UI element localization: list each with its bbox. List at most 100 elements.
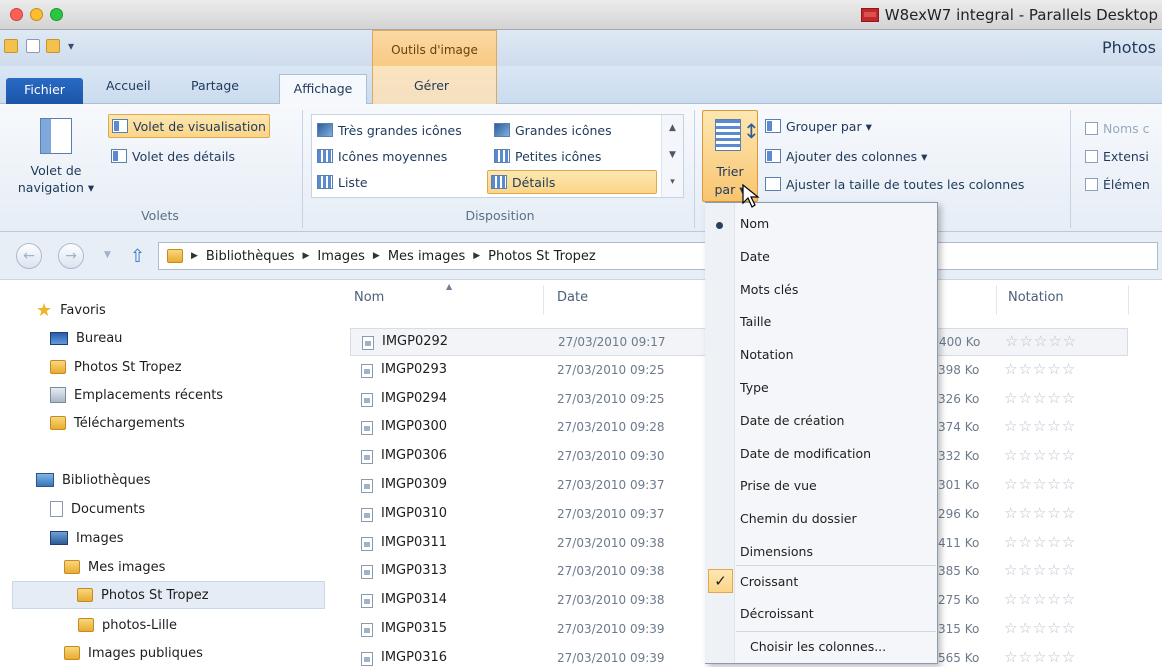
nav-favorites-label: Favoris [60,302,106,318]
rating-stars[interactable]: ☆☆☆☆☆ [1004,619,1076,637]
up-arrow-icon[interactable]: ⇧ [130,246,145,267]
zoom-window-button[interactable] [50,8,63,21]
menu-item-sort-field[interactable]: Taille [740,314,771,329]
new-folder-icon[interactable] [46,39,60,53]
breadcrumb-separator[interactable]: ▶ [302,251,309,261]
breadcrumb-item[interactable]: Images [317,249,365,264]
tab-partage[interactable]: Partage [191,78,239,93]
customize-qat-icon[interactable]: ▾ [68,39,74,53]
tab-accueil[interactable]: Accueil [106,78,151,93]
layout-gallery-scroll[interactable]: ▲ ▼ ▾ [661,115,683,197]
nav-item-public-pictures[interactable]: Images publiques [64,639,203,667]
image-file-icon [361,450,373,465]
rating-stars[interactable]: ☆☆☆☆☆ [1004,475,1076,493]
breadcrumb-item[interactable]: Bibliothèques [206,249,295,264]
rating-stars[interactable]: ☆☆☆☆☆ [1004,590,1076,608]
column-separator[interactable] [543,285,544,315]
layout-large-icons[interactable]: Grandes icônes [491,118,615,142]
nav-item-bureau[interactable]: Bureau [50,324,122,352]
tab-fichier[interactable]: Fichier [6,78,83,104]
column-header-date[interactable]: Date [557,290,588,305]
rating-stars[interactable]: ☆☆☆☆☆ [1004,389,1076,407]
layout-medium-icons[interactable]: Icônes moyennes [314,144,450,168]
rating-stars[interactable]: ☆☆☆☆☆ [1004,446,1076,464]
nav-item-label: Photos St Tropez [101,587,209,603]
details-pane-button[interactable]: Volet des détails [108,144,238,168]
checkbox-hidden-items[interactable]: Élémen [1082,172,1153,196]
checkbox-item-names[interactable]: Noms c [1082,116,1153,140]
breadcrumb[interactable]: ▶ Bibliothèques ▶ Images ▶ Mes images ▶ … [158,242,1158,270]
checkbox-extensions[interactable]: Extensi [1082,144,1152,168]
minimize-window-button[interactable] [30,8,43,21]
documents-icon [50,501,63,517]
nav-pane-button[interactable]: Volet de navigation ▾ [10,112,102,202]
rating-stars[interactable]: ☆☆☆☆☆ [1004,648,1076,666]
menu-item-sort-field[interactable]: Chemin du dossier [740,511,857,526]
rating-stars[interactable]: ☆☆☆☆☆ [1004,360,1076,378]
column-separator[interactable] [996,285,997,315]
nav-favorites[interactable]: ★ Favoris [36,296,106,324]
properties-icon[interactable] [26,39,40,53]
close-window-button[interactable] [10,8,23,21]
menu-item-sort-field[interactable]: Dimensions [740,544,813,559]
back-button[interactable]: ← [16,243,42,269]
menu-item-sort-field[interactable]: Date [740,249,770,264]
selected-radio-icon [716,222,723,229]
rating-stars[interactable]: ☆☆☆☆☆ [1004,504,1076,522]
menu-item-sort-field[interactable]: Mots clés [740,282,798,297]
recent-locations-icon[interactable]: ▼ [104,250,111,260]
column-header-name[interactable]: Nom [354,290,384,305]
layout-details[interactable]: Détails [487,170,657,194]
menu-item-sort-field[interactable]: Prise de vue [740,478,817,493]
add-columns-button[interactable]: Ajouter des colonnes ▾ [762,144,930,168]
checkbox-icon[interactable] [1085,149,1098,163]
menu-item-sort-field[interactable]: Notation [740,347,794,362]
file-date: 27/03/2010 09:38 [557,535,665,550]
scroll-down-icon[interactable]: ▼ [662,142,683,169]
nav-item-recent-places[interactable]: Emplacements récents [50,381,223,409]
menu-item-sort-field[interactable]: Date de création [740,413,844,428]
menu-item-sort-field[interactable]: Type [740,380,769,395]
layout-extra-large-icons[interactable]: Très grandes icônes [314,118,465,142]
breadcrumb-separator[interactable]: ▶ [191,251,198,261]
nav-item-photos-st-tropez[interactable]: Photos St Tropez [12,581,325,609]
nav-item-my-pictures[interactable]: Mes images [64,553,165,581]
breadcrumb-separator[interactable]: ▶ [473,251,480,261]
fit-columns-button[interactable]: Ajuster la taille de toutes les colonnes [762,172,1027,196]
rating-stars[interactable]: ☆☆☆☆☆ [1004,533,1076,551]
checkbox-icon[interactable] [1085,177,1098,191]
nav-item-photos-lille[interactable]: photos-Lille [78,611,177,639]
file-name: IMGP0292 [382,334,449,349]
image-file-icon [361,392,373,407]
menu-item-croissant[interactable]: Croissant [740,574,798,589]
menu-item-decroissant[interactable]: Décroissant [740,606,814,621]
column-header-rating[interactable]: Notation [1008,290,1064,305]
rating-stars[interactable]: ☆☆☆☆☆ [1004,417,1076,435]
nav-item-photos-st-tropez-fav[interactable]: Photos St Tropez [50,353,182,381]
breadcrumb-item[interactable]: Mes images [388,249,465,264]
preview-pane-button[interactable]: Volet de visualisation [108,114,270,138]
breadcrumb-item[interactable]: Photos St Tropez [488,249,596,264]
rating-stars[interactable]: ☆☆☆☆☆ [1005,332,1077,350]
group-by-button[interactable]: Grouper par ▾ [762,114,875,138]
nav-libraries[interactable]: Bibliothèques [36,466,151,494]
breadcrumb-separator[interactable]: ▶ [373,251,380,261]
tab-affichage[interactable]: Affichage [279,74,367,105]
quick-access-toolbar: ▾ [0,30,1162,66]
nav-item-images[interactable]: Images [50,524,124,552]
nav-item-documents[interactable]: Documents [50,495,145,523]
tab-gerer[interactable]: Gérer [414,78,449,93]
parallels-icon [860,8,879,22]
checkbox-icon[interactable] [1085,121,1098,135]
scroll-up-icon[interactable]: ▲ [662,115,683,142]
menu-item-sort-field[interactable]: Nom [740,216,769,231]
gallery-more-icon[interactable]: ▾ [662,169,683,196]
nav-item-downloads[interactable]: Téléchargements [50,409,185,437]
column-separator[interactable] [1128,285,1129,315]
layout-small-icons[interactable]: Petites icônes [491,144,604,168]
menu-item-sort-field[interactable]: Date de modification [740,446,871,461]
rating-stars[interactable]: ☆☆☆☆☆ [1004,561,1076,579]
menu-item-choose-columns[interactable]: Choisir les colonnes... [750,639,886,654]
forward-button[interactable]: → [58,243,84,269]
layout-list[interactable]: Liste [314,170,371,194]
